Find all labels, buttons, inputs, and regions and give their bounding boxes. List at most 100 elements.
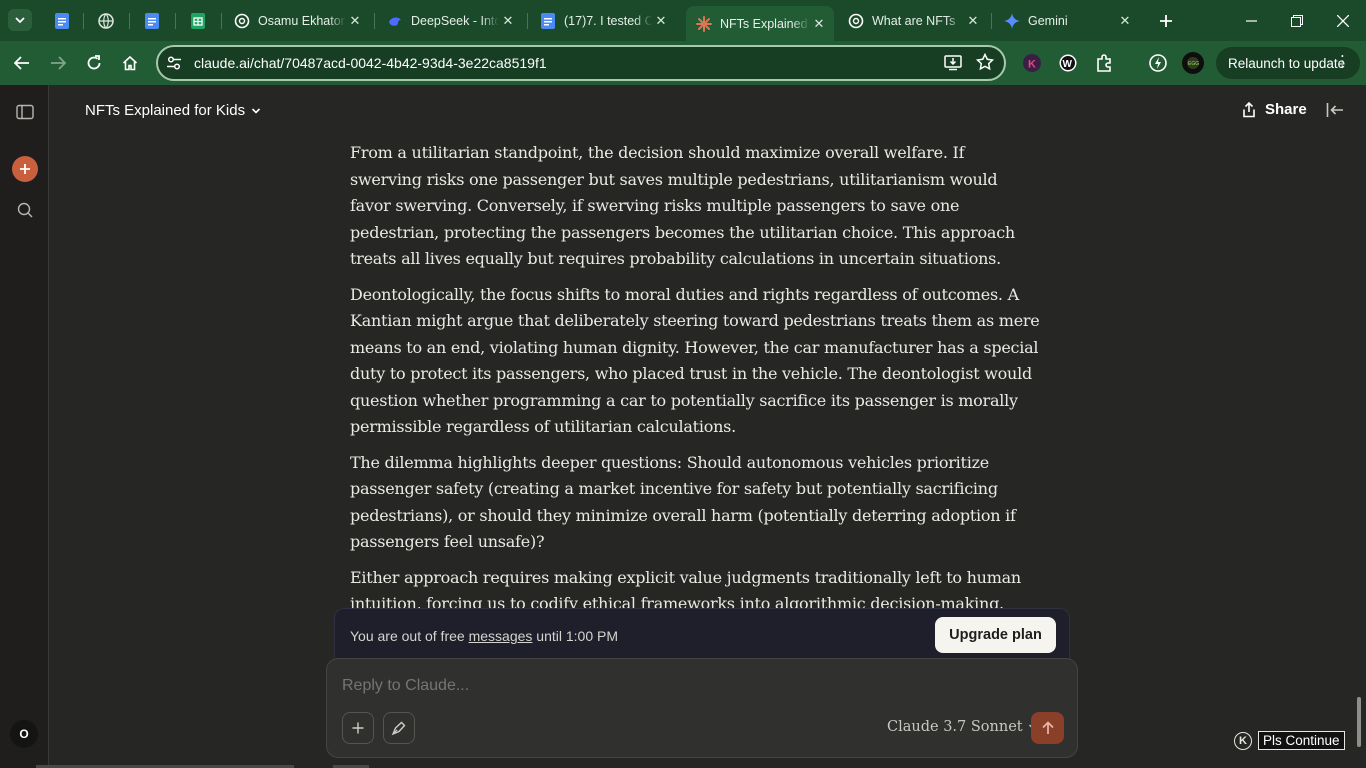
reload-icon <box>87 55 101 70</box>
tab-separator <box>374 13 375 29</box>
bookmark-star-icon[interactable] <box>975 52 995 76</box>
browser-tab-sheets[interactable] <box>180 6 214 35</box>
search-chats-button[interactable] <box>12 197 38 223</box>
message-paragraph: From a utilitarian standpoint, the decis… <box>350 143 1015 268</box>
tab-separator <box>129 13 130 29</box>
scrollbar-thumb[interactable] <box>1357 697 1361 747</box>
browser-tab-docs-2[interactable] <box>134 6 168 35</box>
pls-continue-label[interactable]: Pls Continue <box>1258 731 1345 750</box>
browser-tab-strip: Osamu Ekhator ✕ DeepSeek - Into ✕ (17)7.… <box>0 0 1366 41</box>
forward-button[interactable] <box>44 49 72 77</box>
tab-title: NFTs Explained <box>720 16 808 31</box>
deepseek-icon <box>387 13 403 29</box>
site-settings-icon[interactable] <box>166 55 182 71</box>
tab-separator <box>175 13 176 29</box>
browser-tab-globe[interactable] <box>88 6 122 35</box>
tab-title: What are NFTs <box>872 13 956 28</box>
google-docs-icon <box>540 12 556 29</box>
share-icon <box>1243 101 1255 117</box>
browser-tab-deepseek[interactable]: DeepSeek - Into ✕ <box>377 6 523 35</box>
close-tab-icon[interactable]: ✕ <box>964 13 982 29</box>
reload-button[interactable] <box>80 49 108 77</box>
add-attachment-button[interactable] <box>342 712 374 744</box>
new-chat-button[interactable] <box>12 156 38 182</box>
sidebar-panel-icon <box>16 104 34 120</box>
chevron-down-icon <box>15 17 25 24</box>
google-docs-icon <box>144 12 160 29</box>
collapse-panel-button[interactable] <box>1325 100 1347 122</box>
relaunch-to-update-button[interactable]: Relaunch to update ⋮ <box>1216 47 1360 79</box>
reply-input[interactable] <box>342 677 1042 695</box>
extensions-puzzle-icon[interactable] <box>1093 51 1117 75</box>
pen-nib-icon <box>391 721 406 736</box>
browser-tab-what-are-nfts[interactable]: What are NFTs ✕ <box>838 6 988 35</box>
tab-search-button[interactable] <box>8 9 32 31</box>
assistant-message: From a utilitarian standpoint, the decis… <box>350 140 1040 627</box>
chat-title-text: NFTs Explained for Kids <box>85 102 246 119</box>
claude-icon <box>696 15 712 32</box>
style-button[interactable] <box>383 712 415 744</box>
svg-text:EGG: EGG <box>1188 61 1199 67</box>
close-icon <box>1337 14 1349 27</box>
browser-tab-active-nfts[interactable]: NFTs Explained ✕ <box>686 6 834 41</box>
usage-limit-text: You are out of free messages until 1:00 … <box>350 628 618 644</box>
url-text: claude.ai/chat/70487acd-0042-4b42-93d4-3… <box>194 55 547 71</box>
restore-icon <box>1291 14 1303 27</box>
chevron-down-icon <box>252 107 261 114</box>
address-bar[interactable]: claude.ai/chat/70487acd-0042-4b42-93d4-3… <box>156 45 1006 81</box>
google-sheets-icon <box>190 12 206 29</box>
chat-title-dropdown[interactable]: NFTs Explained for Kids <box>85 102 261 119</box>
globe-icon <box>98 12 114 29</box>
relaunch-label: Relaunch to update <box>1228 55 1346 71</box>
browser-tab-docs-3[interactable]: (17)7. I tested C ✕ <box>530 6 676 35</box>
plus-icon <box>352 722 364 734</box>
browser-toolbar: claude.ai/chat/70487acd-0042-4b42-93d4-3… <box>0 41 1366 85</box>
tab-separator <box>221 13 222 29</box>
share-label: Share <box>1265 101 1307 118</box>
window-controls <box>1228 0 1366 41</box>
arrow-left-icon <box>14 56 29 70</box>
openai-icon <box>848 13 864 29</box>
install-app-icon[interactable] <box>944 53 962 76</box>
limit-prefix: You are out of free <box>350 628 469 644</box>
close-tab-icon[interactable]: ✕ <box>346 13 364 29</box>
arrow-up-icon <box>1041 721 1054 734</box>
tab-separator <box>991 13 992 29</box>
tab-separator <box>83 13 84 29</box>
browser-tab-docs-1[interactable] <box>44 6 78 35</box>
close-tab-icon[interactable]: ✕ <box>1116 13 1134 29</box>
minimize-button[interactable] <box>1228 0 1274 41</box>
send-button[interactable] <box>1031 712 1064 744</box>
extension-k-icon[interactable]: K <box>1020 51 1044 75</box>
close-window-button[interactable] <box>1320 0 1366 41</box>
restore-button[interactable] <box>1274 0 1320 41</box>
share-button[interactable]: Share <box>1241 101 1307 118</box>
tab-title: (17)7. I tested C <box>564 13 652 28</box>
more-vertical-icon[interactable]: ⋮ <box>1335 52 1350 70</box>
profile-avatar-icon[interactable]: EGG <box>1181 51 1205 75</box>
messages-link[interactable]: messages <box>469 628 533 644</box>
close-tab-icon[interactable]: ✕ <box>652 13 670 29</box>
limit-suffix: until 1:00 PM <box>532 628 618 644</box>
upgrade-plan-button[interactable]: Upgrade plan <box>935 617 1056 653</box>
new-tab-button[interactable] <box>1148 6 1174 35</box>
arrow-right-icon <box>51 56 66 70</box>
home-icon <box>122 55 138 71</box>
model-label: Claude 3.7 Sonnet <box>887 719 1023 735</box>
extension-w-icon[interactable]: W <box>1056 51 1080 75</box>
user-avatar[interactable]: O <box>10 720 38 748</box>
continue-overlay[interactable]: K Pls Continue <box>1234 731 1345 750</box>
browser-tab-gemini[interactable]: Gemini ✕ <box>994 6 1140 35</box>
close-tab-icon[interactable]: ✕ <box>499 13 517 29</box>
home-button[interactable] <box>116 49 144 77</box>
back-button[interactable] <box>8 49 36 77</box>
toggle-sidebar-button[interactable] <box>12 99 38 125</box>
close-tab-icon[interactable]: ✕ <box>810 16 828 32</box>
browser-tab-osamu[interactable]: Osamu Ekhator ✕ <box>224 6 370 35</box>
model-selector[interactable]: Claude 3.7 Sonnet <box>887 719 1038 735</box>
tab-separator <box>527 13 528 29</box>
plus-icon <box>1158 13 1174 29</box>
performance-icon[interactable] <box>1146 51 1170 75</box>
openai-icon <box>234 13 250 29</box>
svg-text:W: W <box>1063 59 1073 70</box>
